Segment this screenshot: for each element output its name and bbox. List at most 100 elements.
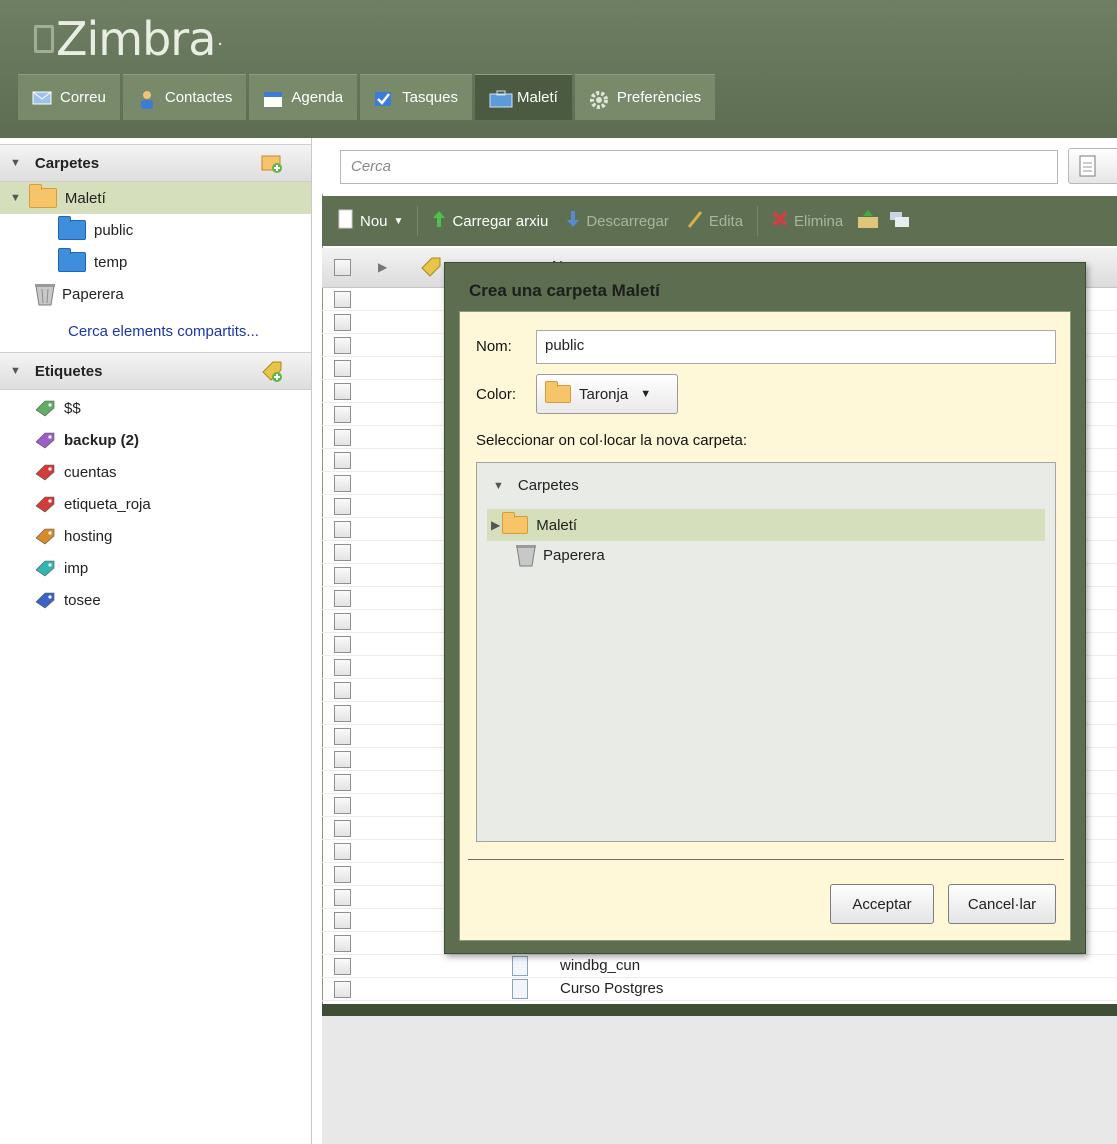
collapse-triangle-icon[interactable]: ▼ — [10, 157, 21, 169]
folder-icon — [502, 512, 529, 534]
row-checkbox[interactable] — [334, 682, 351, 699]
tab-label: Contactes — [164, 89, 233, 106]
tag-item[interactable]: hosting — [0, 520, 311, 552]
row-checkbox[interactable] — [334, 981, 351, 998]
folder-view-icon[interactable] — [889, 209, 911, 233]
search-shared-link[interactable]: Cerca elements compartits... — [68, 323, 259, 340]
location-label: Seleccionar on col·locar la nova carpeta… — [476, 432, 747, 449]
row-checkbox[interactable] — [334, 797, 351, 814]
edit-button[interactable]: Edita — [683, 210, 747, 232]
new-tag-icon[interactable] — [261, 360, 283, 382]
row-checkbox[interactable] — [334, 889, 351, 906]
folders-header[interactable]: ▼ Carpetes — [0, 144, 311, 182]
expand-triangle-icon[interactable]: ▼ — [10, 192, 21, 204]
tag-item[interactable]: tosee — [0, 584, 311, 616]
calendar-icon — [263, 90, 283, 107]
collapse-triangle-icon[interactable]: ▼ — [10, 365, 21, 377]
tab-briefcase[interactable]: Maletí — [475, 74, 572, 120]
download-button[interactable]: Descarregar — [562, 210, 673, 232]
accept-button[interactable]: Acceptar — [830, 884, 934, 924]
folder-label: Maletí — [64, 189, 106, 207]
row-checkbox[interactable] — [334, 498, 351, 515]
cancel-button[interactable]: Cancel·lar — [948, 884, 1056, 924]
search-button[interactable] — [1068, 148, 1117, 184]
file-name: Curso Postgres — [560, 980, 664, 997]
folder-public[interactable]: public — [0, 214, 311, 246]
tag-icon — [34, 431, 56, 449]
dropdown-arrow-icon[interactable]: ▼ — [394, 216, 404, 227]
folder-temp[interactable]: temp — [0, 246, 311, 278]
row-checkbox[interactable] — [334, 843, 351, 860]
tag-item[interactable]: cuentas — [0, 456, 311, 488]
row-checkbox[interactable] — [334, 958, 351, 975]
row-checkbox[interactable] — [334, 383, 351, 400]
tab-mail[interactable]: Correu — [18, 74, 120, 120]
expand-triangle-icon[interactable]: ▶ — [491, 518, 500, 532]
tag-item[interactable]: $$ — [0, 392, 311, 424]
tree-item-trash[interactable]: Paperera — [515, 543, 605, 567]
new-folder-icon[interactable] — [261, 152, 283, 174]
table-row[interactable]: Curso Postgres — [322, 978, 1117, 1001]
row-checkbox[interactable] — [334, 291, 351, 308]
color-select[interactable]: Taronja ▼ — [536, 374, 678, 414]
folder-color-icon — [545, 381, 571, 403]
row-checkbox[interactable] — [334, 337, 351, 354]
row-checkbox[interactable] — [334, 705, 351, 722]
folder-name-input[interactable]: public — [536, 330, 1056, 364]
row-checkbox[interactable] — [334, 935, 351, 952]
search-input[interactable]: Cerca — [340, 150, 1058, 184]
tab-preferences[interactable]: Preferències — [574, 74, 716, 120]
tag-item[interactable]: imp — [0, 552, 311, 584]
tag-item[interactable]: etiqueta_roja — [0, 488, 311, 520]
folder-briefcase[interactable]: ▼ Maletí — [0, 182, 311, 214]
row-checkbox[interactable] — [334, 613, 351, 630]
tag-item[interactable]: backup (2) — [0, 424, 311, 456]
row-checkbox[interactable] — [334, 659, 351, 676]
create-folder-dialog: Crea una carpeta Maletí Nom: public Colo… — [444, 262, 1086, 954]
tab-label: Maletí — [517, 89, 558, 106]
row-checkbox[interactable] — [334, 452, 351, 469]
folder-trash[interactable]: Paperera — [0, 278, 311, 310]
row-checkbox[interactable] — [334, 544, 351, 561]
folder-label: Paperera — [62, 285, 124, 303]
row-checkbox[interactable] — [334, 774, 351, 791]
tag-column-icon[interactable] — [420, 256, 442, 282]
row-checkbox[interactable] — [334, 751, 351, 768]
trash-icon — [515, 543, 537, 567]
tree-item-briefcase[interactable]: ▶ Maletí — [487, 509, 1045, 541]
search-bar: Cerca — [322, 138, 1117, 194]
row-checkbox[interactable] — [334, 912, 351, 929]
trash-icon — [34, 282, 56, 306]
tag-label: backup (2) — [64, 431, 140, 449]
row-checkbox[interactable] — [334, 866, 351, 883]
new-button[interactable]: Nou ▼ — [334, 209, 407, 233]
row-checkbox[interactable] — [334, 590, 351, 607]
preview-splitter[interactable] — [322, 1004, 1117, 1016]
tag-label: imp — [64, 559, 89, 577]
row-checkbox[interactable] — [334, 820, 351, 837]
delete-button[interactable]: Elimina — [768, 211, 847, 231]
collapse-triangle-icon[interactable]: ▼ — [493, 480, 504, 492]
download-label: Descarregar — [586, 212, 669, 230]
tab-calendar[interactable]: Agenda — [249, 74, 358, 120]
tags-header[interactable]: ▼ Etiquetes — [0, 352, 311, 390]
row-checkbox[interactable] — [334, 314, 351, 331]
row-checkbox[interactable] — [334, 429, 351, 446]
select-all-checkbox[interactable] — [334, 259, 351, 276]
tab-contacts[interactable]: Contactes — [122, 74, 247, 120]
row-checkbox[interactable] — [334, 521, 351, 538]
folder-label: public — [94, 221, 134, 239]
row-checkbox[interactable] — [334, 728, 351, 745]
row-checkbox[interactable] — [334, 567, 351, 584]
table-row[interactable]: windbg_cun — [322, 955, 1117, 978]
row-checkbox[interactable] — [334, 360, 351, 377]
expand-arrow-icon[interactable]: ▶ — [378, 260, 387, 274]
move-icon[interactable] — [857, 209, 879, 233]
panel-splitter[interactable] — [312, 138, 322, 1144]
upload-button[interactable]: Carregar arxiu — [428, 210, 552, 232]
row-checkbox[interactable] — [334, 636, 351, 653]
row-checkbox[interactable] — [334, 406, 351, 423]
row-checkbox[interactable] — [334, 475, 351, 492]
tab-tasks[interactable]: Tasques — [360, 74, 472, 120]
tree-root[interactable]: ▼ Carpetes — [493, 477, 579, 494]
